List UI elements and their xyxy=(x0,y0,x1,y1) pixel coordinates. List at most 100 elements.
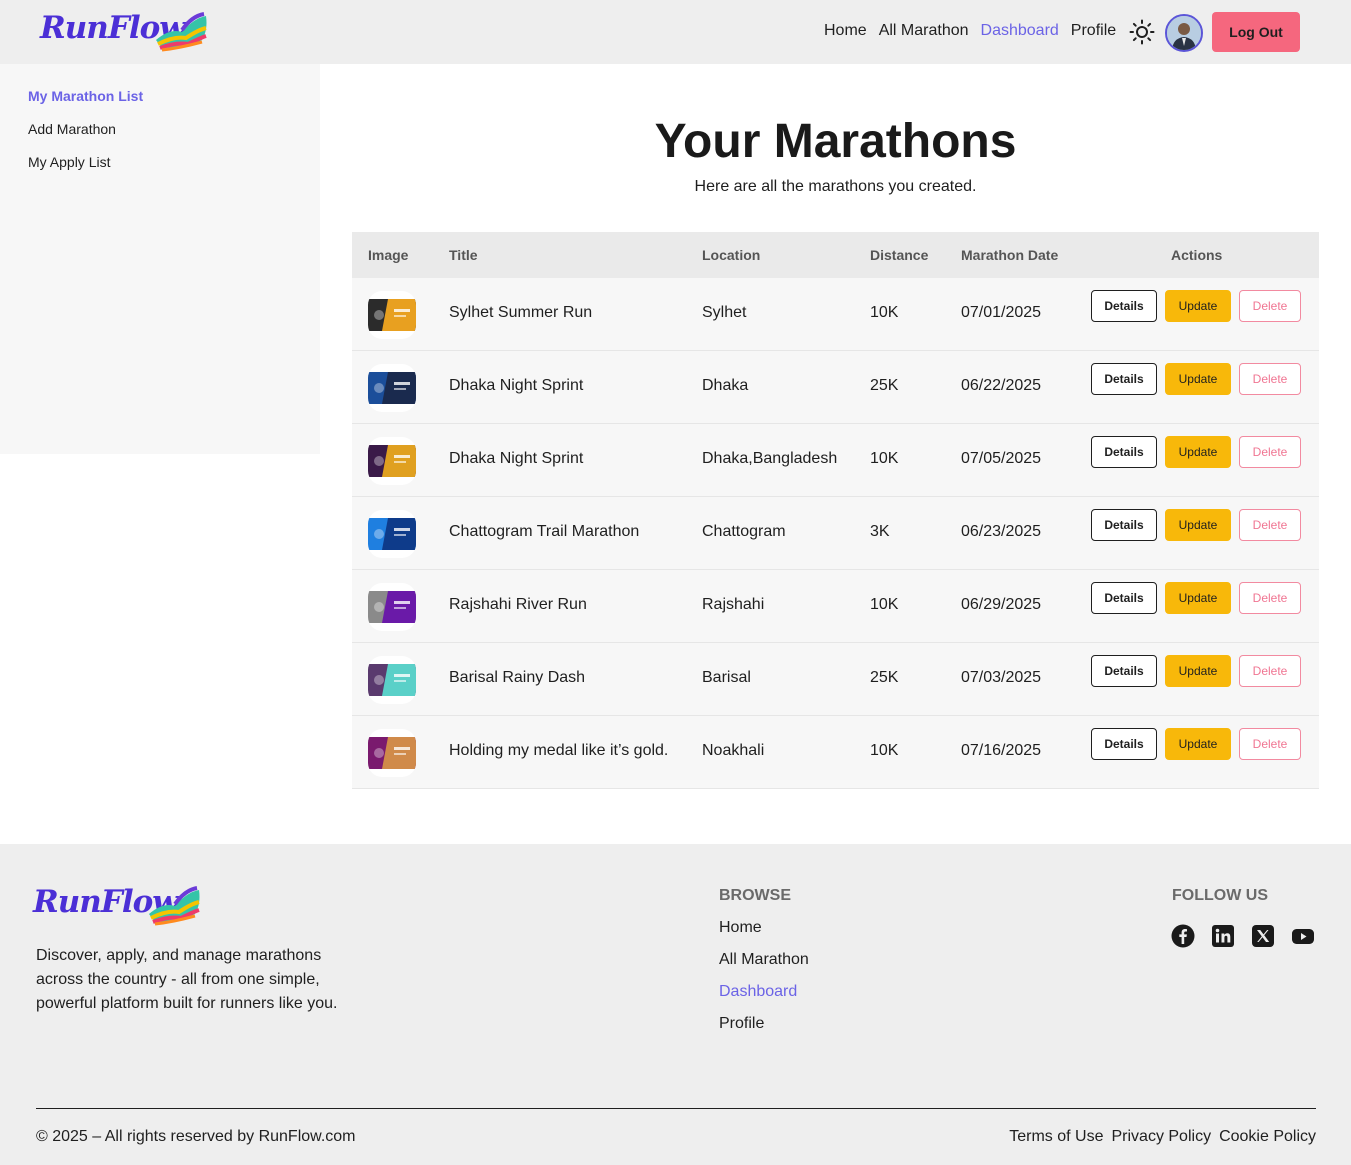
marathon-date: 06/22/2025 xyxy=(961,377,1042,394)
marathon-date: 06/29/2025 xyxy=(961,596,1042,613)
footer-link-all-marathon[interactable]: All Marathon xyxy=(719,951,809,969)
marathon-title: Chattogram Trail Marathon xyxy=(449,523,640,540)
table-row: Chattogram Trail Marathon Chattogram 3K … xyxy=(352,497,1319,570)
marathon-thumbnail xyxy=(368,729,416,777)
table-row: Barisal Rainy Dash Barisal 25K 07/03/202… xyxy=(352,643,1319,716)
footer-link-home[interactable]: Home xyxy=(719,919,762,937)
column-header-distance: Distance xyxy=(870,247,929,263)
nav-home[interactable]: Home xyxy=(824,20,867,42)
marathon-title: Barisal Rainy Dash xyxy=(449,669,586,686)
update-button[interactable]: Update xyxy=(1165,582,1231,614)
footer-browse-title: BROWSE xyxy=(719,887,791,904)
nav-all-marathon[interactable]: All Marathon xyxy=(879,20,969,42)
table-row: Holding my medal like it’s gold. Noakhal… xyxy=(352,716,1319,789)
main-nav: Home All Marathon Dashboard Profile xyxy=(824,20,1116,42)
column-header-location: Location xyxy=(702,247,761,263)
footer-link-profile[interactable]: Profile xyxy=(719,1015,764,1033)
delete-button[interactable]: Delete xyxy=(1239,728,1301,760)
marathon-title: Sylhet Summer Run xyxy=(449,304,593,321)
footer-description: Discover, apply, and manage marathons ac… xyxy=(36,947,338,1012)
marathon-thumbnail xyxy=(368,656,416,704)
marathon-distance: 25K xyxy=(870,669,899,686)
delete-button[interactable]: Delete xyxy=(1239,436,1301,468)
details-button[interactable]: Details xyxy=(1091,363,1157,395)
running-shoe-icon xyxy=(149,886,200,926)
marathon-thumbnail xyxy=(368,364,416,412)
delete-button[interactable]: Delete xyxy=(1239,509,1301,541)
footer-legal-links: Terms of Use Privacy Policy Cookie Polic… xyxy=(1009,1128,1316,1146)
marathon-thumbnail xyxy=(368,583,416,631)
user-avatar[interactable] xyxy=(1165,14,1203,52)
footer-link-privacy[interactable]: Privacy Policy xyxy=(1111,1128,1211,1146)
linkedin-icon[interactable] xyxy=(1211,924,1235,948)
update-button[interactable]: Update xyxy=(1165,728,1231,760)
footer-copyright: © 2025 – All rights reserved by RunFlow.… xyxy=(36,1128,356,1145)
marathon-location: Barisal xyxy=(702,669,751,686)
details-button[interactable]: Details xyxy=(1091,655,1157,687)
x-icon[interactable] xyxy=(1251,924,1275,948)
marathon-distance: 10K xyxy=(870,450,899,467)
marathon-distance: 10K xyxy=(870,304,899,321)
update-button[interactable]: Update xyxy=(1165,363,1231,395)
marathon-banner-image xyxy=(368,583,416,631)
marathon-location: Dhaka xyxy=(702,377,749,394)
marathon-location: Dhaka,Bangladesh xyxy=(702,450,838,467)
update-button[interactable]: Update xyxy=(1165,509,1231,541)
nav-dashboard[interactable]: Dashboard xyxy=(981,20,1059,42)
marathon-location: Rajshahi xyxy=(702,596,765,613)
marathon-title: Dhaka Night Sprint xyxy=(449,377,584,394)
nav-profile[interactable]: Profile xyxy=(1071,20,1116,42)
marathon-distance: 25K xyxy=(870,377,899,394)
column-header-title: Title xyxy=(449,247,478,263)
marathon-banner-image xyxy=(368,364,416,412)
footer-link-cookie[interactable]: Cookie Policy xyxy=(1219,1128,1316,1146)
update-button[interactable]: Update xyxy=(1165,290,1231,322)
marathon-date: 07/05/2025 xyxy=(961,450,1042,467)
marathons-table: Image Title Location Distance Marathon D… xyxy=(352,232,1319,789)
sidebar-item-add-marathon[interactable]: Add Marathon xyxy=(28,121,116,137)
marathon-banner-image xyxy=(368,656,416,704)
details-button[interactable]: Details xyxy=(1091,509,1157,541)
marathon-location: Chattogram xyxy=(702,523,786,540)
table-body: Sylhet Summer Run Sylhet 10K 07/01/2025 … xyxy=(352,278,1319,789)
delete-button[interactable]: Delete xyxy=(1239,582,1301,614)
marathon-title: Holding my medal like it’s gold. xyxy=(449,742,669,759)
table-row: Dhaka Night Sprint Dhaka,Bangladesh 10K … xyxy=(352,424,1319,497)
details-button[interactable]: Details xyxy=(1091,436,1157,468)
marathon-banner-image xyxy=(368,437,416,485)
marathon-date: 07/01/2025 xyxy=(961,304,1042,321)
marathon-banner-image xyxy=(368,291,416,339)
site-footer: RunFlow Discover, apply, and manage mara… xyxy=(0,844,1351,1165)
brand-logo[interactable]: RunFlow xyxy=(40,8,210,56)
marathon-title: Dhaka Night Sprint xyxy=(449,450,584,467)
delete-button[interactable]: Delete xyxy=(1239,363,1301,395)
footer-link-terms[interactable]: Terms of Use xyxy=(1009,1128,1103,1146)
details-button[interactable]: Details xyxy=(1091,290,1157,322)
marathon-distance: 3K xyxy=(870,523,890,540)
details-button[interactable]: Details xyxy=(1091,582,1157,614)
sidebar-item-my-marathon-list[interactable]: My Marathon List xyxy=(28,88,143,104)
delete-button[interactable]: Delete xyxy=(1239,290,1301,322)
column-header-actions: Actions xyxy=(1171,247,1223,263)
marathon-distance: 10K xyxy=(870,742,899,759)
delete-button[interactable]: Delete xyxy=(1239,655,1301,687)
update-button[interactable]: Update xyxy=(1165,655,1231,687)
footer-link-dashboard[interactable]: Dashboard xyxy=(719,983,797,1001)
marathon-thumbnail xyxy=(368,510,416,558)
column-header-image: Image xyxy=(368,247,409,263)
sun-icon[interactable] xyxy=(1129,19,1155,45)
sidebar-item-my-apply-list[interactable]: My Apply List xyxy=(28,154,110,170)
top-navbar: RunFlow Home All Marathon Dashboard Prof… xyxy=(0,0,1351,64)
update-button[interactable]: Update xyxy=(1165,436,1231,468)
footer-brand-logo[interactable]: RunFlow xyxy=(33,882,203,930)
marathon-title: Rajshahi River Run xyxy=(449,596,587,613)
marathon-distance: 10K xyxy=(870,596,899,613)
youtube-icon[interactable] xyxy=(1291,924,1315,948)
marathon-thumbnail xyxy=(368,437,416,485)
logout-button[interactable]: Log Out xyxy=(1212,12,1300,52)
column-header-marathon-date: Marathon Date xyxy=(961,247,1059,263)
details-button[interactable]: Details xyxy=(1091,728,1157,760)
facebook-icon[interactable] xyxy=(1171,924,1195,948)
dashboard-sidebar: My Marathon List Add Marathon My Apply L… xyxy=(0,64,320,454)
marathon-banner-image xyxy=(368,729,416,777)
